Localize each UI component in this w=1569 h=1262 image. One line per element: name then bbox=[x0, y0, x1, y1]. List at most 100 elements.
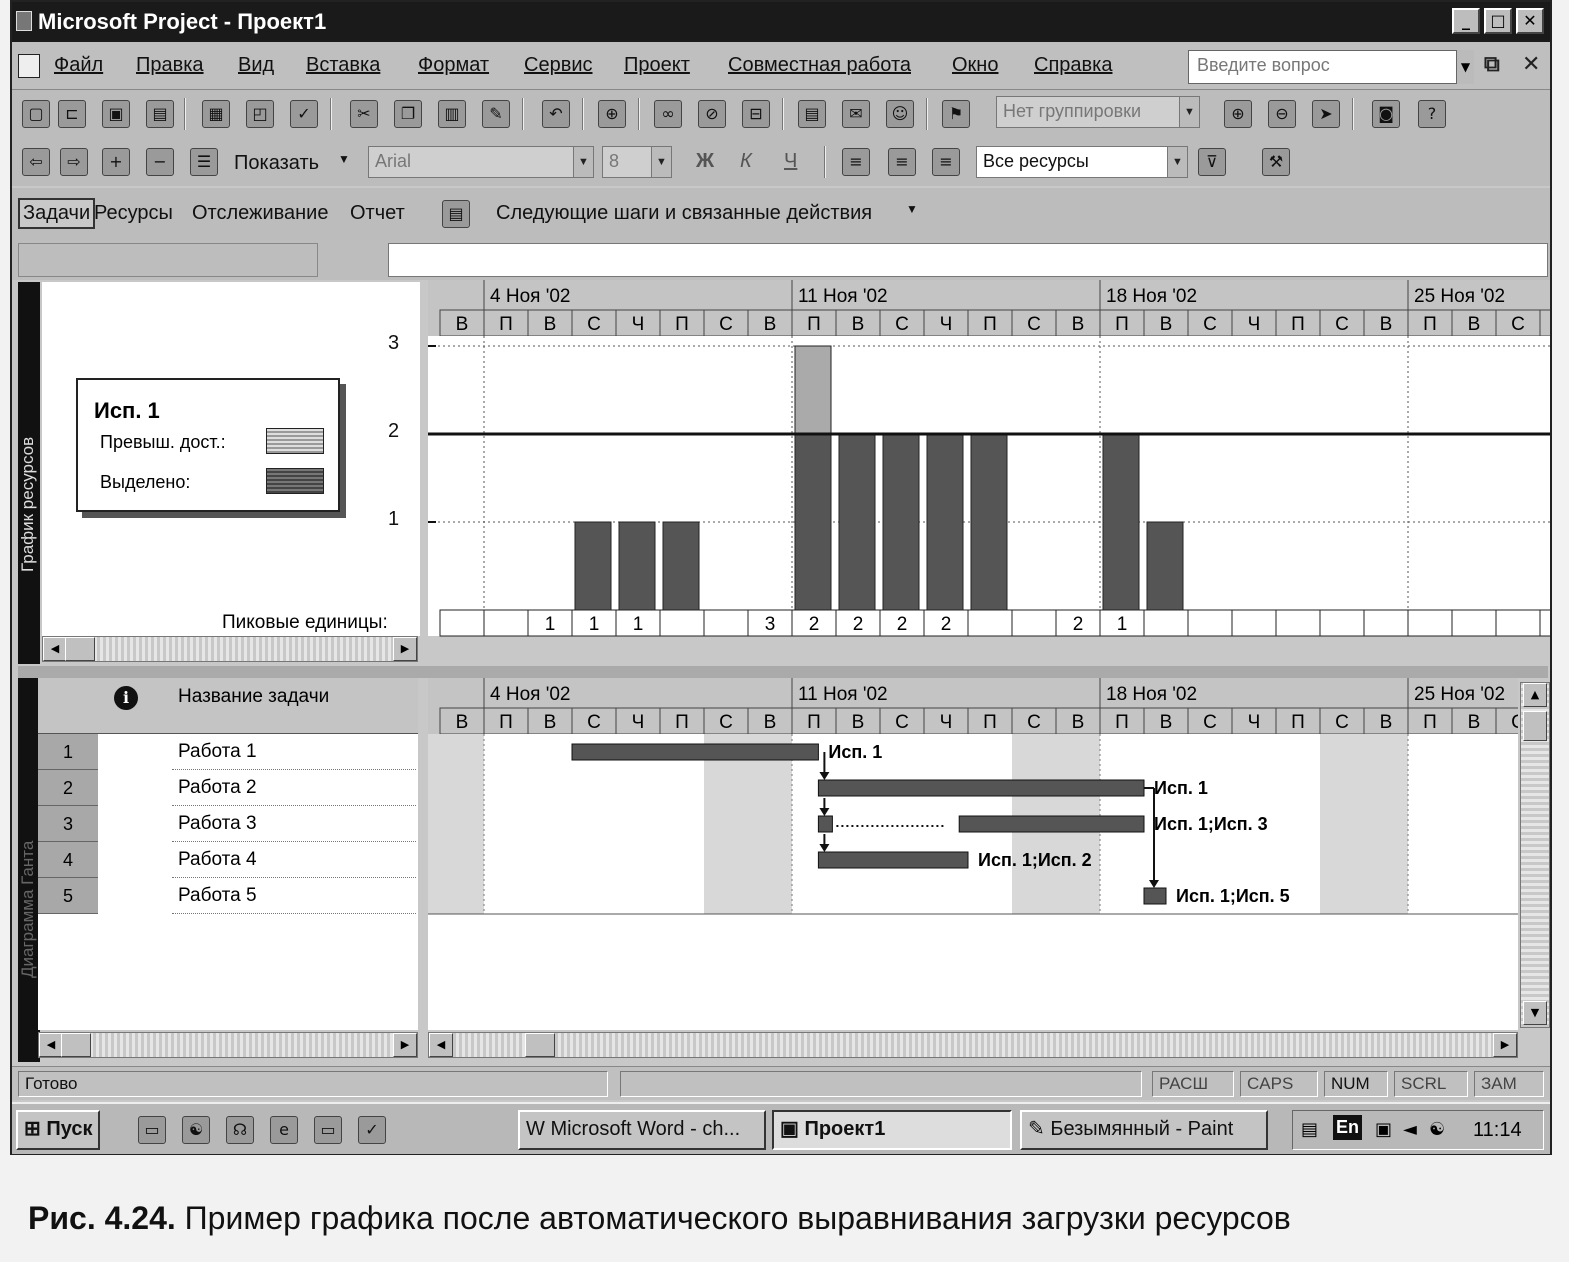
gantt-view-bar[interactable]: Диаграмма Ганта bbox=[18, 678, 40, 1062]
indent-icon[interactable]: ⇨ bbox=[60, 148, 88, 176]
task-name-cell[interactable]: Работа 5 bbox=[172, 878, 416, 914]
underline-button[interactable]: Ч bbox=[784, 150, 797, 173]
row-number[interactable]: 2 bbox=[38, 770, 98, 806]
scheduler-icon[interactable]: ▤ bbox=[1301, 1119, 1318, 1140]
tab-report[interactable]: Отчет bbox=[350, 202, 405, 225]
bold-button[interactable]: Ж bbox=[696, 150, 714, 173]
quicklaunch-icon[interactable]: ✓ bbox=[358, 1116, 386, 1144]
scroll-left-icon[interactable]: ◀ bbox=[39, 1033, 63, 1057]
close-doc-icon[interactable]: ✕ bbox=[1522, 52, 1540, 77]
task-name-cell[interactable]: Работа 1 bbox=[172, 734, 416, 770]
chevron-down-icon[interactable]: ▼ bbox=[1456, 50, 1474, 84]
next-steps-menu[interactable]: Следующие шаги и связанные действия bbox=[496, 202, 872, 225]
taskbar-paint-button[interactable]: ✎ Безымянный - Paint bbox=[1020, 1110, 1268, 1150]
menu-project[interactable]: Проект bbox=[624, 54, 690, 77]
menu-window[interactable]: Окно bbox=[952, 54, 998, 77]
network-icon[interactable]: ▣ bbox=[1375, 1119, 1392, 1140]
outdent-icon[interactable]: ⇦ bbox=[22, 148, 50, 176]
graph-left-hscroll[interactable]: ◀ ▶ bbox=[42, 636, 418, 662]
quicklaunch-icon[interactable]: ☊ bbox=[226, 1116, 254, 1144]
tab-tasks[interactable]: Задачи bbox=[18, 198, 96, 229]
italic-button[interactable]: К bbox=[740, 150, 752, 173]
save-workspace-icon[interactable]: ▤ bbox=[146, 100, 174, 128]
scroll-up-icon[interactable]: ▲ bbox=[1523, 683, 1547, 707]
scroll-thumb[interactable] bbox=[61, 1033, 91, 1057]
gantt-wizard-icon[interactable]: ⚒ bbox=[1262, 148, 1290, 176]
font-size-select[interactable]: 8 ▼ bbox=[602, 146, 672, 178]
chevron-down-icon[interactable]: ▼ bbox=[906, 202, 918, 216]
zoom-out-icon[interactable]: ⊖ bbox=[1268, 100, 1296, 128]
undo-icon[interactable]: ↶ bbox=[542, 100, 570, 128]
quicklaunch-icon[interactable]: ☯ bbox=[182, 1116, 210, 1144]
document-icon[interactable] bbox=[18, 54, 40, 78]
taskbar-project-button[interactable]: ▣ Проект1 bbox=[772, 1110, 1012, 1150]
maximize-button[interactable]: □ bbox=[1484, 8, 1512, 34]
show-menu[interactable]: Показать bbox=[234, 152, 319, 175]
task-information-icon[interactable]: ▤ bbox=[798, 100, 826, 128]
font-select[interactable]: Arial ▼ bbox=[368, 146, 594, 178]
scroll-thumb[interactable] bbox=[65, 637, 95, 661]
hide-subtasks-icon[interactable]: − bbox=[146, 148, 174, 176]
assign-resources-icon[interactable]: ☺ bbox=[886, 100, 914, 128]
scroll-right-icon[interactable]: ▶ bbox=[393, 1033, 417, 1057]
menu-collaborate[interactable]: Совместная работа bbox=[728, 54, 911, 77]
print-preview-icon[interactable]: ◰ bbox=[246, 100, 274, 128]
spelling-icon[interactable]: ✓ bbox=[290, 100, 318, 128]
scroll-right-icon[interactable]: ▶ bbox=[1493, 1033, 1517, 1057]
minimize-button[interactable]: _ bbox=[1452, 8, 1480, 34]
gantt-vscroll[interactable]: ▲ ▼ bbox=[1520, 682, 1550, 1028]
grouping-select[interactable]: Нет группировки ▼ bbox=[996, 96, 1200, 128]
menu-file[interactable]: Файл bbox=[54, 54, 103, 77]
menu-insert[interactable]: Вставка bbox=[306, 54, 380, 77]
task-name-cell[interactable]: Работа 2 bbox=[172, 770, 416, 806]
close-button[interactable]: ✕ bbox=[1516, 8, 1544, 34]
align-left-icon[interactable]: ≡ bbox=[842, 148, 870, 176]
menu-format[interactable]: Формат bbox=[418, 54, 489, 77]
scroll-right-icon[interactable]: ▶ bbox=[393, 637, 417, 661]
gantt-hscroll[interactable]: ◀ ▶ bbox=[428, 1032, 1518, 1058]
restore-doc-icon[interactable]: ⧉ bbox=[1484, 52, 1500, 77]
tray-app-icon[interactable]: ☯ bbox=[1429, 1119, 1445, 1140]
copy-picture-icon[interactable]: ◙ bbox=[1372, 100, 1400, 128]
unlink-tasks-icon[interactable]: ⊘ bbox=[698, 100, 726, 128]
publish-icon[interactable]: ⚑ bbox=[942, 100, 970, 128]
menu-help[interactable]: Справка bbox=[1034, 54, 1112, 77]
save-icon[interactable]: ▣ bbox=[102, 100, 130, 128]
goto-task-icon[interactable]: ➤ bbox=[1312, 100, 1340, 128]
entry-field[interactable] bbox=[388, 243, 1548, 277]
tab-resources[interactable]: Ресурсы bbox=[94, 202, 173, 225]
link-tasks-icon[interactable]: ∞ bbox=[654, 100, 682, 128]
print-icon[interactable]: ▦ bbox=[202, 100, 230, 128]
new-icon[interactable]: ▢ bbox=[22, 100, 50, 128]
task-name-cell[interactable]: Работа 3 bbox=[172, 806, 416, 842]
table-hscroll[interactable]: ◀ ▶ bbox=[38, 1032, 418, 1058]
scroll-thumb[interactable] bbox=[1523, 711, 1547, 741]
insert-hyperlink-icon[interactable]: ⊕ bbox=[598, 100, 626, 128]
task-notes-icon[interactable]: ✉ bbox=[842, 100, 870, 128]
menu-edit[interactable]: Правка bbox=[136, 54, 204, 77]
row-number[interactable]: 5 bbox=[38, 878, 98, 914]
align-center-icon[interactable]: ≡ bbox=[888, 148, 916, 176]
task-name-cell[interactable]: Работа 4 bbox=[172, 842, 416, 878]
taskbar-word-button[interactable]: W Microsoft Word - ch... bbox=[518, 1110, 766, 1150]
chevron-down-icon[interactable]: ▼ bbox=[338, 152, 350, 166]
pane-divider[interactable] bbox=[18, 666, 1548, 678]
language-indicator[interactable]: En bbox=[1333, 1115, 1363, 1140]
scroll-down-icon[interactable]: ▼ bbox=[1523, 1001, 1547, 1025]
format-painter-icon[interactable]: ✎ bbox=[482, 100, 510, 128]
align-right-icon[interactable]: ≡ bbox=[932, 148, 960, 176]
help-icon[interactable]: ? bbox=[1418, 100, 1446, 128]
start-button[interactable]: ⊞ Пуск bbox=[16, 1110, 101, 1150]
scroll-thumb[interactable] bbox=[525, 1033, 555, 1057]
paste-icon[interactable]: ▥ bbox=[438, 100, 466, 128]
question-input[interactable]: Введите вопрос bbox=[1188, 50, 1474, 84]
split-task-icon[interactable]: ⊟ bbox=[742, 100, 770, 128]
autofilter-icon[interactable]: ⊽ bbox=[1198, 148, 1226, 176]
zoom-in-icon[interactable]: ⊕ bbox=[1224, 100, 1252, 128]
quicklaunch-icon[interactable]: ▭ bbox=[314, 1116, 342, 1144]
open-icon[interactable]: ⊏ bbox=[58, 100, 86, 128]
scroll-left-icon[interactable]: ◀ bbox=[43, 637, 67, 661]
copy-icon[interactable]: ❐ bbox=[394, 100, 422, 128]
resource-filter-select[interactable]: Все ресурсы ▼ bbox=[976, 146, 1188, 178]
cut-icon[interactable]: ✂ bbox=[350, 100, 378, 128]
